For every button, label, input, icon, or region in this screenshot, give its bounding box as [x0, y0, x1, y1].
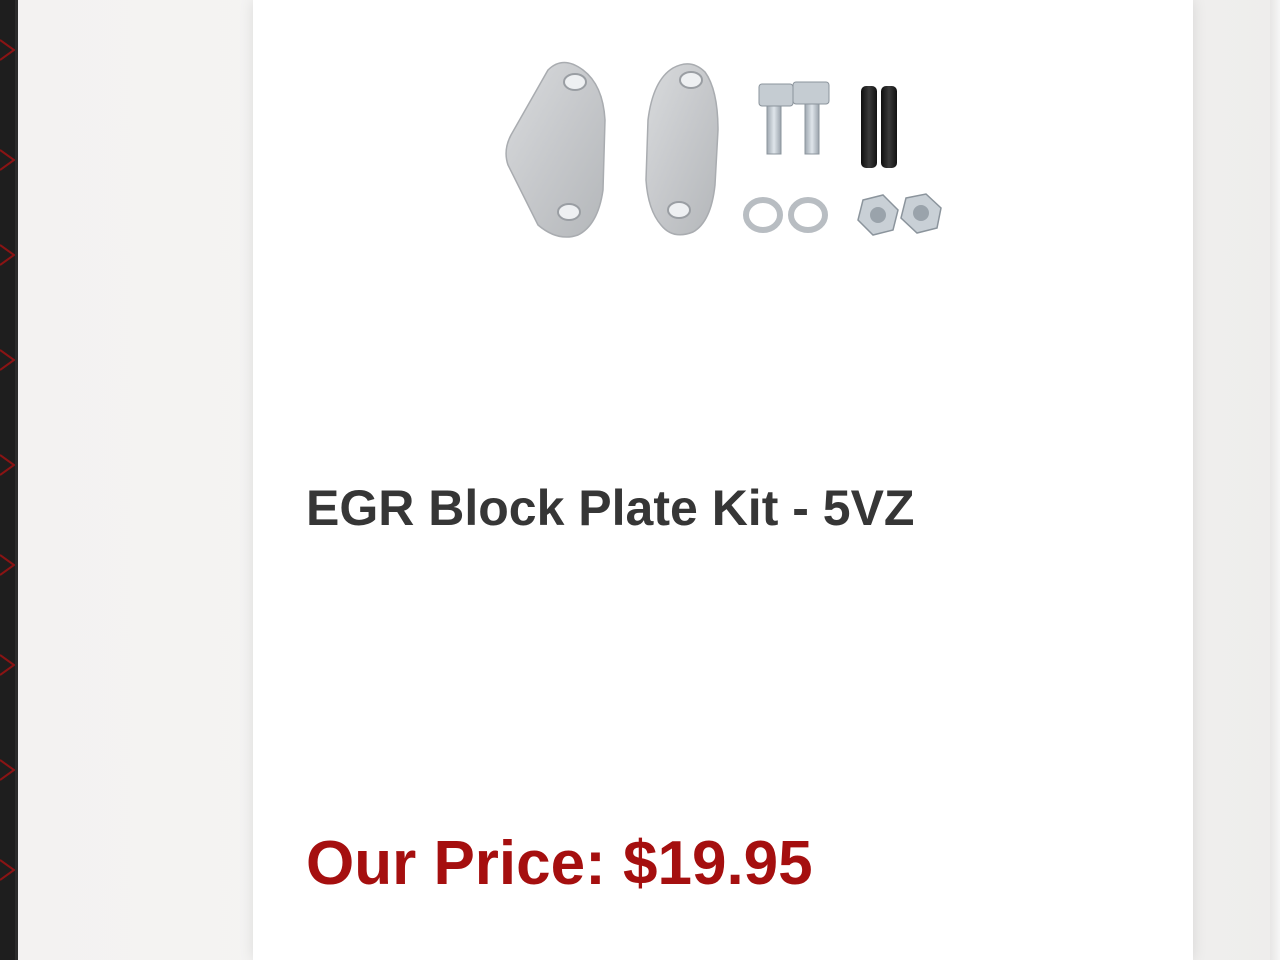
studs — [861, 86, 897, 168]
nuts — [857, 193, 942, 236]
right-page-edge — [1270, 0, 1280, 960]
bolts — [758, 81, 830, 155]
left-edge-pattern — [0, 0, 18, 960]
price-row: Our Price: $19.95 — [306, 828, 813, 900]
product-card[interactable]: EGR Block Plate Kit - 5VZ Our Price: $19… — [253, 0, 1193, 960]
plate-2 — [645, 63, 719, 236]
product-title[interactable]: EGR Block Plate Kit - 5VZ — [306, 478, 914, 538]
plate-1 — [505, 61, 606, 238]
washers — [743, 197, 828, 233]
price-label: Our Price: — [306, 829, 606, 898]
egr-block-plate-kit-photo-icon — [505, 61, 942, 238]
price-value: $19.95 — [623, 829, 813, 898]
product-image[interactable] — [493, 50, 963, 260]
